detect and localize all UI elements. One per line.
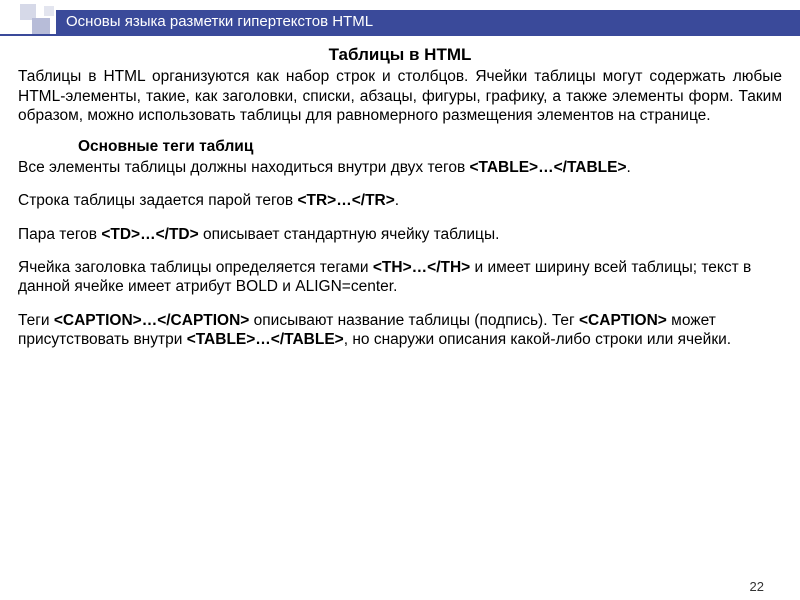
text: . xyxy=(627,159,631,176)
main-heading: Таблицы в HTML xyxy=(18,44,782,65)
tag-caption-open: <CAPTION> xyxy=(579,312,667,329)
paragraph-tr-tag: Строка таблицы задается парой тегов <TR>… xyxy=(18,191,782,210)
text: Строка таблицы задается парой тегов xyxy=(18,192,297,209)
text: Все элементы таблицы должны находиться в… xyxy=(18,159,469,176)
decor-square xyxy=(44,6,54,16)
slide-title-bar: Основы языка разметки гипертекстов HTML xyxy=(56,10,800,34)
text: описывают название таблицы (подпись). Те… xyxy=(249,312,579,329)
text: Пара тегов xyxy=(18,226,101,243)
intro-paragraph: Таблицы в HTML организуются как набор ст… xyxy=(18,67,782,125)
title-underline xyxy=(0,34,800,36)
paragraph-caption-tag: Теги <CAPTION>…</CAPTION> описывают назв… xyxy=(18,311,782,350)
sub-heading: Основные теги таблиц xyxy=(78,137,782,156)
text: . xyxy=(395,192,399,209)
tag-td: <TD>…</TD> xyxy=(101,226,198,243)
text: описывает стандартную ячейку таблицы. xyxy=(199,226,500,243)
tag-table: <TABLE>…</TABLE> xyxy=(469,159,626,176)
tag-table: <TABLE>…</TABLE> xyxy=(187,331,344,348)
text: , но снаружи описания какой-либо строки … xyxy=(344,331,731,348)
paragraph-td-tag: Пара тегов <TD>…</TD> описывает стандарт… xyxy=(18,225,782,244)
slide-content: Таблицы в HTML Таблицы в HTML организуют… xyxy=(18,44,782,590)
text: Теги xyxy=(18,312,54,329)
paragraph-th-tag: Ячейка заголовка таблицы определяется те… xyxy=(18,258,782,297)
tag-tr: <TR>…</TR> xyxy=(297,192,394,209)
slide-decor: Основы языка разметки гипертекстов HTML xyxy=(0,0,800,42)
tag-caption: <CAPTION>…</CAPTION> xyxy=(54,312,250,329)
paragraph-table-tag: Все элементы таблицы должны находиться в… xyxy=(18,158,782,177)
tag-th: <TH>…</TH> xyxy=(373,259,470,276)
text: Ячейка заголовка таблицы определяется те… xyxy=(18,259,373,276)
page-number: 22 xyxy=(750,579,764,594)
